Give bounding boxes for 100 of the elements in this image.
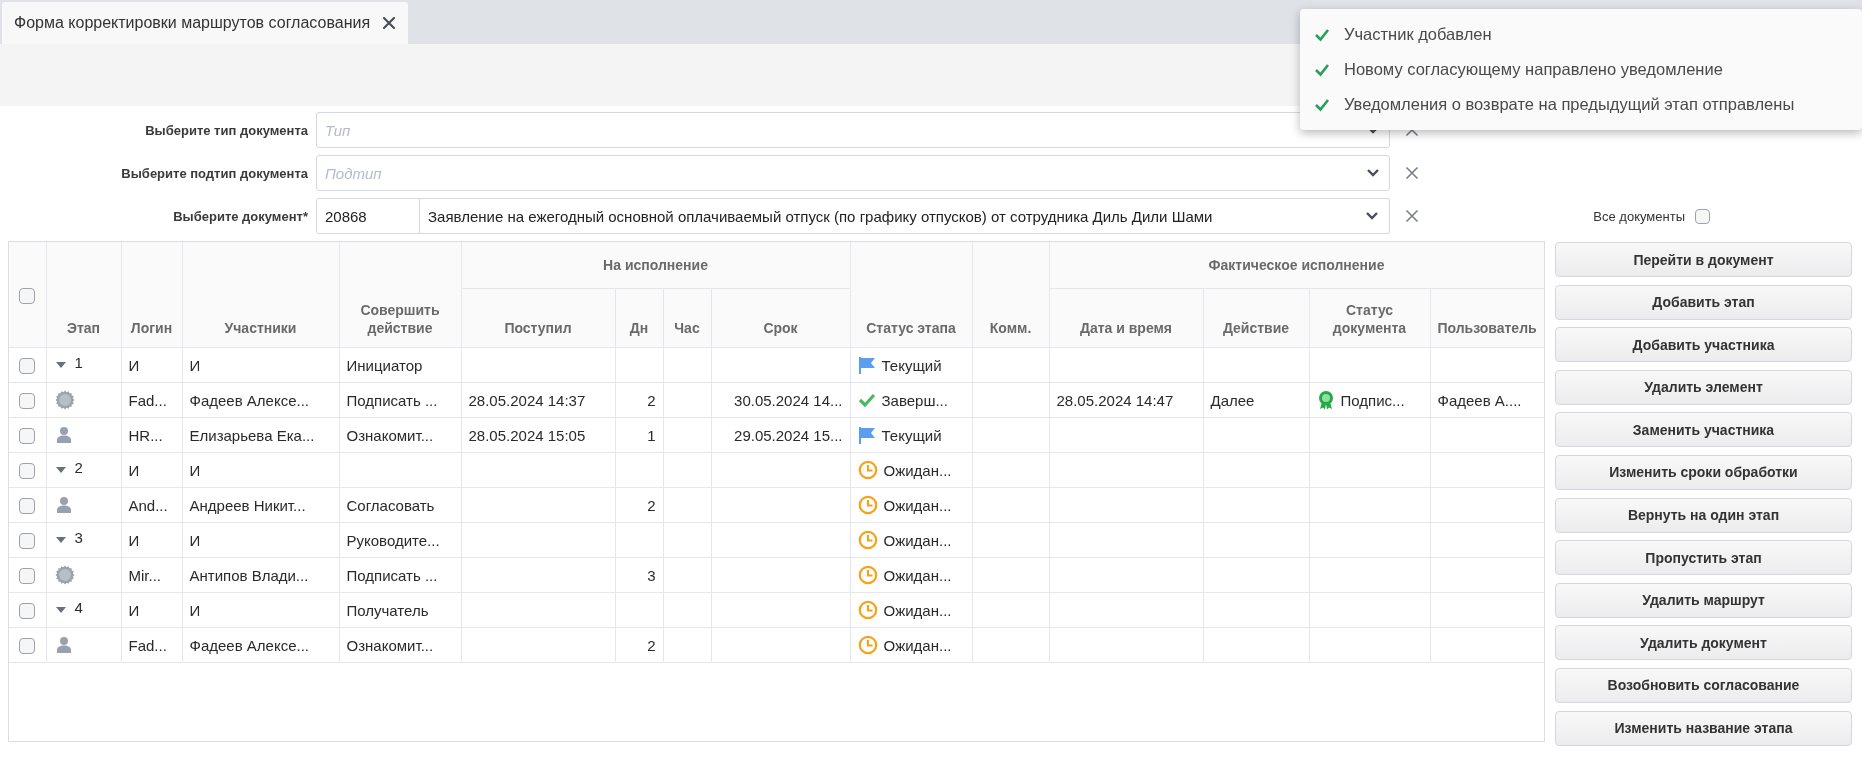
clock-icon xyxy=(857,460,878,480)
checkbox[interactable] xyxy=(19,428,36,444)
close-icon[interactable] xyxy=(382,16,397,30)
stage-number: 1 xyxy=(74,353,83,371)
checkbox[interactable] xyxy=(19,463,36,479)
table-cell: HR... xyxy=(121,417,182,453)
table-cell: Фадеев Алексе... xyxy=(182,382,339,418)
checkbox[interactable] xyxy=(19,393,36,409)
column-header: Срок xyxy=(711,288,850,348)
table-cell: Антипов Влади... xyxy=(182,557,339,593)
table-cell: И xyxy=(121,347,182,383)
notification-text: Новому согласующему направлено уведомление xyxy=(1344,60,1723,79)
table-cell: И xyxy=(182,347,339,383)
column-header: Логин xyxy=(121,242,182,348)
table-cell: Елизарьева Ека... xyxy=(182,417,339,453)
status-text: Заверш... xyxy=(881,391,948,409)
clock-icon xyxy=(857,565,878,585)
stage-number: 3 xyxy=(74,528,83,546)
table-cell: Подписать ... xyxy=(339,382,461,418)
notification-text: Участник добавлен xyxy=(1344,25,1492,44)
table-cell: Согласовать xyxy=(339,487,461,523)
action-button[interactable]: Добавить участника xyxy=(1555,327,1852,363)
table-cell: 3 xyxy=(615,557,663,593)
checkbox[interactable] xyxy=(19,498,36,514)
column-header: Статус этапа xyxy=(850,242,972,348)
table-cell: 2 xyxy=(615,627,663,663)
table-cell: И xyxy=(121,452,182,488)
table-cell: Далее xyxy=(1203,382,1309,418)
user-icon xyxy=(54,496,73,514)
column-header: Участники xyxy=(182,242,339,348)
action-button[interactable]: Добавить этап xyxy=(1555,284,1852,320)
table-cell: 2 xyxy=(615,487,663,523)
status-text: Ожидан... xyxy=(883,461,952,479)
table-cell: И xyxy=(182,592,339,628)
check-icon xyxy=(1314,27,1330,42)
checkbox[interactable] xyxy=(19,568,36,584)
column-header: Дн xyxy=(615,288,663,348)
clock-icon xyxy=(857,600,878,620)
action-button[interactable]: Изменить название этапа xyxy=(1555,710,1852,746)
status-text: Ожидан... xyxy=(883,601,952,619)
clock-icon xyxy=(857,635,878,655)
checkbox[interactable] xyxy=(19,287,36,304)
user-icon xyxy=(54,636,73,654)
column-header: Час xyxy=(663,288,711,348)
column-header: Статус документа xyxy=(1309,288,1430,348)
table-cell: 29.05.2024 15... xyxy=(711,417,850,453)
table-cell: Ознакомит... xyxy=(339,627,461,663)
stage-number: 2 xyxy=(74,458,83,476)
table-cell: 2 xyxy=(615,382,663,418)
checkbox[interactable] xyxy=(19,603,36,619)
status-text: Ожидан... xyxy=(883,566,952,584)
table-cell: 1 xyxy=(615,417,663,453)
action-button[interactable]: Возобновить согласование xyxy=(1555,667,1852,703)
status-text: Текущий xyxy=(881,356,942,374)
status-text: Текущий xyxy=(881,426,942,444)
action-button[interactable]: Изменить сроки обработки xyxy=(1555,454,1852,490)
column-header: Дата и время xyxy=(1049,288,1203,348)
action-button[interactable]: Удалить документ xyxy=(1555,625,1852,661)
action-button[interactable]: Удалить элемент xyxy=(1555,369,1852,405)
table-cell: И xyxy=(121,592,182,628)
select-field[interactable]: Подтип xyxy=(316,155,1390,191)
table-cell: Руководите... xyxy=(339,522,461,558)
table-cell: И xyxy=(182,452,339,488)
checkbox[interactable] xyxy=(19,533,36,549)
table-cell: 30.05.2024 14... xyxy=(711,382,850,418)
table-cell: 28.05.2024 14:37 xyxy=(461,382,615,418)
action-button[interactable]: Удалить маршрут xyxy=(1555,582,1852,618)
table-cell: Фадеев Алексе... xyxy=(182,627,339,663)
tab[interactable]: Форма корректировки маршрутов согласования xyxy=(2,2,409,44)
column-header: Поступил xyxy=(461,288,615,348)
checkbox[interactable] xyxy=(1695,208,1710,224)
status-text: Ожидан... xyxy=(883,636,952,654)
check-icon xyxy=(1314,97,1330,112)
checkbox[interactable] xyxy=(19,638,36,654)
seal-icon xyxy=(54,565,75,585)
table-cell: Ознакомит... xyxy=(339,417,461,453)
select-field[interactable]: Заявление на ежегодный основной оплачиваемый отпуск (по графику отпусков) от сотрудника Диль Дили Шами xyxy=(420,198,1390,234)
column-header: Комм. xyxy=(972,242,1049,348)
checkbox[interactable] xyxy=(19,358,36,374)
number-field[interactable]: 20868 xyxy=(316,198,420,234)
user-icon xyxy=(54,426,73,444)
status-text: Ожидан... xyxy=(883,496,952,514)
field-label: Выберите документ* xyxy=(172,208,309,224)
table-cell: 28.05.2024 14:47 xyxy=(1049,382,1203,418)
table-cell: И xyxy=(182,522,339,558)
award-icon xyxy=(1316,390,1335,410)
action-button[interactable]: Пропустить этап xyxy=(1555,540,1852,576)
action-button[interactable]: Перейти в документ xyxy=(1555,242,1852,277)
table-cell: Fad... xyxy=(121,627,182,663)
flag-icon xyxy=(857,356,876,374)
status-text: Ожидан... xyxy=(883,531,952,549)
clock-icon xyxy=(857,530,878,550)
table-cell: Получатель xyxy=(339,592,461,628)
stage-number: 4 xyxy=(74,598,83,616)
column-header: Совершить действие xyxy=(339,242,461,348)
table-cell: Подписать ... xyxy=(339,557,461,593)
table-cell: Инициатор xyxy=(339,347,461,383)
select-field[interactable]: Тип xyxy=(316,112,1390,148)
action-button[interactable]: Вернуть на один этап xyxy=(1555,497,1852,533)
action-button[interactable]: Заменить участника xyxy=(1555,412,1852,448)
